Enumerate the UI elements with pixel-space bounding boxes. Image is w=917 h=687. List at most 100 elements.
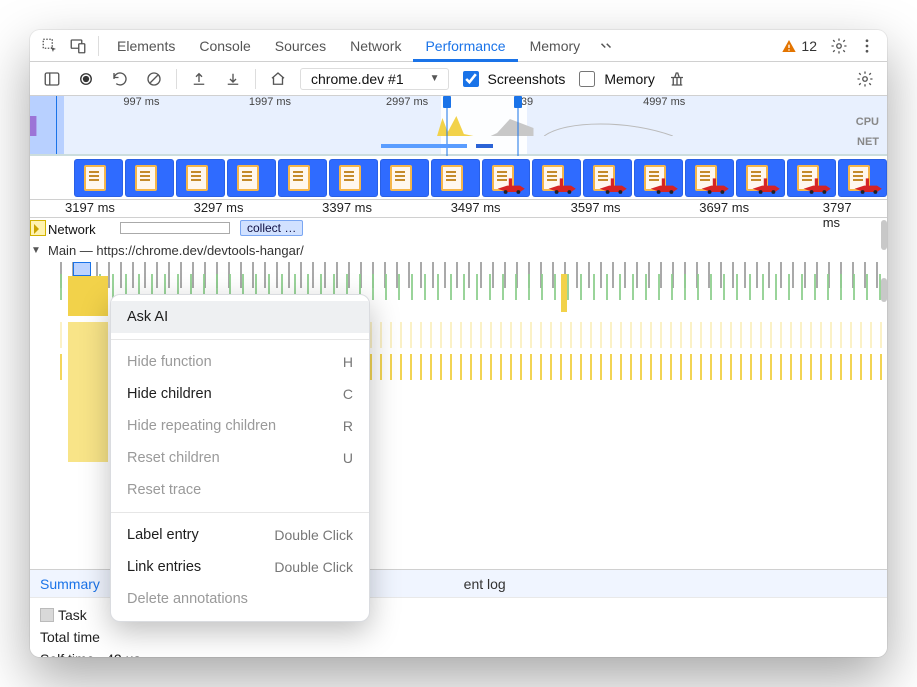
- tab-network[interactable]: Network: [338, 30, 413, 62]
- menu-item-label: Ask AI: [127, 309, 168, 325]
- filmstrip-frame[interactable]: [685, 159, 734, 197]
- main-track-header[interactable]: ▼ Main — https://chrome.dev/devtools-han…: [30, 240, 887, 260]
- memory-checkbox-input[interactable]: [579, 71, 595, 87]
- warnings-counter[interactable]: 12: [773, 38, 825, 54]
- more-tabs-icon[interactable]: [592, 32, 620, 60]
- network-track[interactable]: Network collect …: [30, 218, 887, 240]
- menu-item-label: Link entries: [127, 559, 201, 575]
- filmstrip-frame[interactable]: [532, 159, 581, 197]
- menu-item-ask-ai[interactable]: Ask AI: [111, 301, 369, 333]
- filmstrip-frame[interactable]: [176, 159, 225, 197]
- overview-range-start[interactable]: [443, 96, 451, 108]
- menu-item-shortcut: C: [343, 386, 353, 402]
- reload-record-icon[interactable]: [108, 67, 132, 91]
- menu-item-shortcut: Double Click: [274, 559, 353, 575]
- task-color-swatch: [40, 608, 54, 622]
- filmstrip-frame[interactable]: [482, 159, 531, 197]
- filmstrip-frame[interactable]: [583, 159, 632, 197]
- overview-waveform: [30, 114, 887, 136]
- tab-console[interactable]: Console: [187, 30, 262, 62]
- performance-toolbar: chrome.dev #1 ▼ Screenshots Memory: [30, 62, 887, 96]
- upload-icon[interactable]: [187, 67, 211, 91]
- recording-selector[interactable]: chrome.dev #1 ▼: [300, 68, 449, 90]
- warnings-count: 12: [801, 38, 817, 54]
- filmstrip-frame[interactable]: [278, 159, 327, 197]
- filmstrip-frame[interactable]: [787, 159, 836, 197]
- divider: [176, 69, 177, 89]
- ruler-tick: 3697 ms: [699, 200, 749, 215]
- device-toolbar-icon[interactable]: [64, 32, 92, 60]
- menu-item-reset-trace: Reset trace: [111, 474, 369, 506]
- tab-sources[interactable]: Sources: [263, 30, 338, 62]
- collect-garbage-icon[interactable]: [665, 67, 689, 91]
- menu-item-label: Delete annotations: [127, 591, 248, 607]
- menu-separator: [111, 512, 369, 513]
- menu-item-label: Reset children: [127, 450, 220, 466]
- self-time-row: Self time 42 µs: [40, 648, 877, 657]
- network-track-label: Network: [48, 222, 96, 237]
- ruler-tick: 3197 ms: [65, 200, 115, 215]
- network-request-chip[interactable]: collect …: [240, 220, 303, 236]
- overview-tick: 1997 ms: [249, 96, 291, 108]
- devtools-window: Elements Console Sources Network Perform…: [30, 30, 887, 657]
- main-track-label: Main — https://chrome.dev/devtools-hanga…: [46, 243, 304, 258]
- overview-tick: 39: [521, 96, 533, 108]
- recording-selector-label: chrome.dev #1: [311, 71, 404, 87]
- record-icon[interactable]: [74, 67, 98, 91]
- flame-selected-task[interactable]: [73, 262, 91, 276]
- time-ruler[interactable]: 3197 ms 3297 ms 3397 ms 3497 ms 3597 ms …: [30, 200, 887, 218]
- filmstrip-frame[interactable]: [380, 159, 429, 197]
- ruler-tick: 3397 ms: [322, 200, 372, 215]
- filmstrip-frame[interactable]: [125, 159, 174, 197]
- menu-item-shortcut: R: [343, 418, 353, 434]
- tab-memory[interactable]: Memory: [518, 30, 593, 62]
- menu-item-shortcut: H: [343, 354, 353, 370]
- divider: [255, 69, 256, 89]
- overview-ticks: 997 ms 1997 ms 2997 ms 39 4997 ms: [30, 96, 887, 110]
- overview-range-end[interactable]: [514, 96, 522, 108]
- details-tab-summary[interactable]: Summary: [40, 576, 100, 592]
- settings-icon[interactable]: [825, 32, 853, 60]
- filmstrip-frame[interactable]: [736, 159, 785, 197]
- clear-icon[interactable]: [142, 67, 166, 91]
- panel-settings-icon[interactable]: [853, 67, 877, 91]
- screenshots-checkbox-input[interactable]: [463, 71, 479, 87]
- memory-checkbox[interactable]: Memory: [575, 68, 655, 90]
- filmstrip-frame[interactable]: [634, 159, 683, 197]
- home-icon[interactable]: [266, 67, 290, 91]
- tab-performance[interactable]: Performance: [413, 30, 517, 62]
- download-icon[interactable]: [221, 67, 245, 91]
- filmstrip-frame[interactable]: [329, 159, 378, 197]
- screenshots-checkbox-label: Screenshots: [488, 71, 566, 87]
- chevron-down-icon: ▼: [430, 73, 440, 84]
- kebab-menu-icon[interactable]: [853, 32, 881, 60]
- toggle-sidebar-icon[interactable]: [40, 67, 64, 91]
- total-time-row: Total time: [40, 626, 877, 648]
- disclosure-triangle-icon[interactable]: ▼: [30, 245, 42, 256]
- screenshot-filmstrip[interactable]: [30, 156, 887, 200]
- flame-selected-stack[interactable]: [68, 262, 108, 462]
- overview-minimap[interactable]: 997 ms 1997 ms 2997 ms 39 4997 ms CPU NE…: [30, 96, 887, 156]
- menu-item-label-entry[interactable]: Label entryDouble Click: [111, 519, 369, 551]
- tab-elements[interactable]: Elements: [105, 30, 187, 62]
- devtools-tabbar: Elements Console Sources Network Perform…: [30, 30, 887, 62]
- divider: [98, 36, 99, 56]
- menu-item-label: Label entry: [127, 527, 199, 543]
- screenshots-checkbox[interactable]: Screenshots: [459, 68, 566, 90]
- network-track-toggle[interactable]: [30, 220, 46, 236]
- overview-tick: 2997 ms: [386, 96, 428, 108]
- menu-item-link-entries[interactable]: Link entries Double Click: [111, 551, 369, 583]
- details-tab-eventlog[interactable]: ent log: [464, 576, 506, 592]
- menu-item-label: Reset trace: [127, 482, 201, 498]
- menu-item-label: Hide repeating children: [127, 418, 276, 434]
- filmstrip-frame[interactable]: [227, 159, 276, 197]
- inspect-element-icon[interactable]: [36, 32, 64, 60]
- menu-item-hide-children[interactable]: Hide children C: [111, 378, 369, 410]
- menu-separator: [111, 339, 369, 340]
- filmstrip-frame[interactable]: [838, 159, 887, 197]
- menu-item-delete-annotations: Delete annotations: [111, 583, 369, 615]
- filmstrip-frame[interactable]: [431, 159, 480, 197]
- menu-item-label: Hide children: [127, 386, 212, 402]
- overview-tick: 4997 ms: [643, 96, 685, 108]
- filmstrip-frame[interactable]: [74, 159, 123, 197]
